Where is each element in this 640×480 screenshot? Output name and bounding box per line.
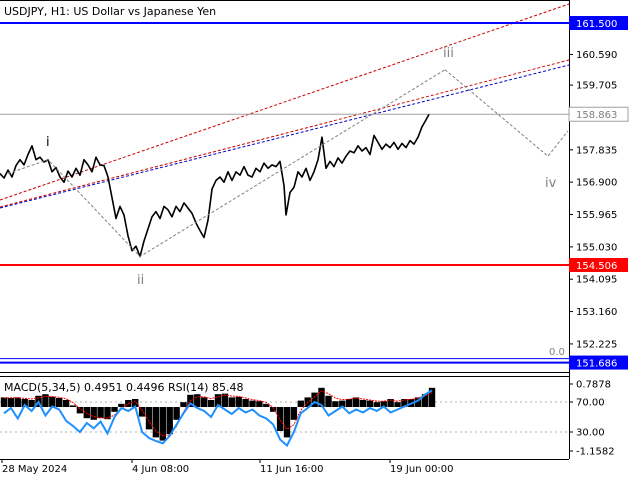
price-tick-label: 152.225 [576, 339, 617, 350]
macd-bar [111, 407, 118, 412]
macd-bar [242, 399, 249, 407]
price-tick-label: 154.095 [576, 275, 617, 286]
macd-bar [166, 407, 173, 435]
wave-label-iii: iii [443, 46, 454, 61]
price-axis-ticks: 160.590159.705158.820157.835156.900155.9… [569, 50, 617, 350]
macd-bar [332, 401, 339, 407]
macd-bar [228, 397, 235, 407]
indicator-tick-label: 0.7878 [576, 380, 611, 391]
macd-bar [276, 407, 284, 431]
macd-bar [62, 400, 70, 407]
price-tick-label: 159.705 [576, 81, 617, 92]
zero-level-label: 0.0 [549, 347, 565, 358]
macd-bar [297, 400, 304, 407]
macd-bar [28, 400, 35, 407]
chart-title: USDJPY, H1: US Dollar vs Japanese Yen [4, 5, 216, 18]
chart-canvas: 160.590159.705158.820157.835156.900155.9… [0, 0, 629, 475]
price-tick-label: 156.900 [576, 178, 617, 189]
macd-bar [201, 397, 208, 407]
macd-bar [7, 398, 15, 407]
macd-bar [83, 407, 90, 419]
wave-label-iv: iv [545, 176, 557, 191]
time-tick-label: 4 Jun 08:00 [132, 464, 189, 475]
wave-label-ii: ii [137, 273, 144, 288]
macd-bar [346, 399, 353, 407]
price-tick-label: 157.835 [576, 145, 617, 156]
level-label: 161.500 [576, 19, 617, 30]
price-tick-label: 160.590 [576, 50, 617, 61]
macd-bar [256, 401, 263, 407]
macd-bar [14, 397, 21, 407]
macd-bar [283, 407, 291, 438]
macd-bar [194, 394, 201, 407]
time-axis-ticks: 28 May 2024 4 Jun 08:00 11 Jun 16:00 19 Jun… [1, 459, 454, 475]
macd-bar [235, 396, 242, 407]
macd-bar [207, 400, 215, 407]
indicator-tick-label: 70.00 [576, 398, 605, 409]
price-tick-label: 155.965 [576, 210, 617, 221]
indicator-tick-label: -1.1582 [576, 447, 615, 458]
price-tick-label: 155.030 [576, 242, 617, 253]
level-label: 154.506 [576, 261, 617, 272]
macd-bar [359, 400, 367, 407]
level-label: 151.686 [576, 359, 617, 370]
wave-label-i: i [46, 135, 50, 150]
macd-bar [325, 395, 332, 407]
macd-bar [180, 402, 187, 407]
macd-bar [90, 407, 97, 420]
macd-bar [373, 402, 380, 407]
macd-bar [352, 397, 360, 407]
macd-bar [366, 400, 374, 407]
price-tick-label: 153.160 [576, 307, 617, 318]
time-tick-label: 28 May 2024 [2, 464, 67, 475]
time-tick-label: 19 Jun 00:00 [390, 464, 454, 475]
macd-bar [69, 405, 77, 407]
macd-bar [249, 400, 256, 407]
macd-bar [0, 397, 8, 407]
indicator-title: MACD(5,34,5) 0.4951 0.4496 RSI(14) 85.48 [4, 381, 243, 394]
current-price-label: 158.863 [576, 110, 617, 121]
indicator-tick-label: 30.00 [576, 428, 605, 439]
macd-bar [138, 407, 146, 417]
time-tick-label: 11 Jun 16:00 [260, 464, 324, 475]
macd-bar [97, 407, 104, 419]
macd-bar [394, 402, 401, 407]
macd-bar [173, 407, 180, 420]
macd-bar [290, 407, 298, 420]
macd-bar [56, 398, 63, 407]
